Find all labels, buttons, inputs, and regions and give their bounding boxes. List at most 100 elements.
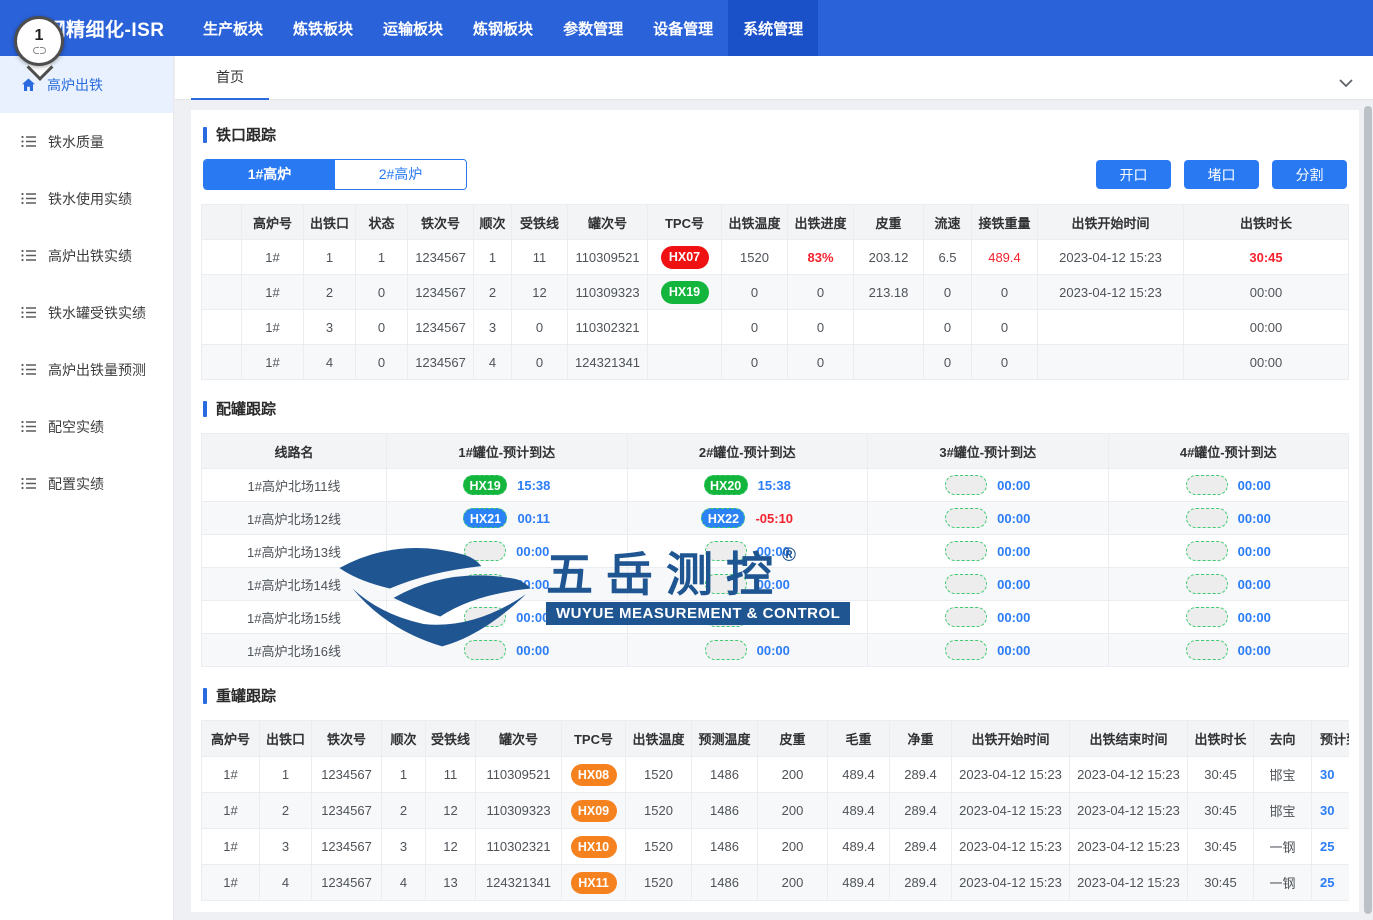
sidebar-item-label: 配置实绩	[48, 474, 104, 494]
sidebar-item-tapping-records[interactable]: 高炉出铁实绩	[0, 227, 173, 284]
sidebar-item-config-records[interactable]: 配置实绩	[0, 455, 173, 512]
cell: 1520	[626, 757, 692, 793]
chevron-down-icon[interactable]	[1339, 74, 1353, 92]
table-header-row: 线路名 1#罐位-预计到达 2#罐位-预计到达 3#罐位-预计到达 4#罐位-预…	[202, 434, 1349, 469]
cell: 1234567	[312, 793, 382, 829]
tab-home[interactable]: 首页	[191, 56, 269, 100]
cell: 3	[260, 829, 312, 865]
cell: 0	[722, 310, 788, 345]
title-bar-accent	[203, 401, 207, 417]
split-button[interactable]: 分割	[1272, 160, 1347, 189]
cell: 0	[972, 345, 1038, 380]
top-bar: 铁钢精细化-ISR 生产板块 炼铁板块 运输板块 炼钢板块 参数管理 设备管理 …	[0, 0, 1373, 56]
title-bar-accent	[203, 688, 207, 704]
nav-tab-steelmaking[interactable]: 炼钢板块	[458, 0, 548, 56]
furnace-toggle: 1#高炉 2#高炉	[203, 159, 467, 190]
cell: 110309521	[568, 240, 648, 275]
ladle-badge-empty	[1186, 475, 1228, 495]
eta-time: 00:00	[1238, 610, 1271, 625]
eta-time: 00:00	[1238, 478, 1271, 493]
cell: 2023-04-12 15:23	[952, 865, 1070, 901]
cell: 邯宝	[1254, 757, 1312, 793]
sidebar-item-label: 高炉出铁实绩	[48, 246, 132, 266]
nav-tab-equipment[interactable]: 设备管理	[638, 0, 728, 56]
taphole-actions: 开口 堵口 分割	[1096, 160, 1347, 189]
cell: 110309323	[568, 275, 648, 310]
list-icon	[21, 420, 37, 433]
col-header: 罐次号	[568, 205, 648, 240]
col-header: 接铁重量	[972, 205, 1038, 240]
ladle-badge-empty	[945, 640, 987, 660]
list-icon	[21, 249, 37, 262]
sidebar-item-label: 铁水罐受铁实绩	[48, 303, 146, 323]
tpc-badge: HX08	[571, 764, 617, 786]
cell-blank	[202, 275, 242, 310]
ladle-badge-empty	[705, 640, 747, 660]
cell: 3	[474, 310, 512, 345]
cell: 200	[758, 865, 828, 901]
col-header: 高炉号	[202, 721, 260, 757]
link-icon	[33, 47, 46, 54]
col-blank	[202, 205, 242, 240]
ladle-badge-empty	[705, 541, 747, 561]
nav-tab-production[interactable]: 生产板块	[188, 0, 278, 56]
col-header: 受铁线	[426, 721, 476, 757]
cell-blank	[202, 345, 242, 380]
open-hole-button[interactable]: 开口	[1096, 160, 1171, 189]
col-header: 罐次号	[476, 721, 562, 757]
col-header: 预计到达	[1312, 721, 1350, 757]
cell: 1234567	[312, 757, 382, 793]
eta-time: 15:38	[758, 478, 791, 493]
col-header: 高炉号	[242, 205, 304, 240]
table-row: 1# 1 1 1234567 1 11 110309521 HX07 1520 …	[202, 240, 1349, 275]
cell: 0	[924, 345, 972, 380]
vertical-scrollbar[interactable]	[1364, 104, 1372, 916]
nav-tab-ironmaking[interactable]: 炼铁板块	[278, 0, 368, 56]
cell: 11	[512, 240, 568, 275]
content-area: 首页 铁口跟踪 1#高炉 2#高炉 开口 堵口 分割 高炉号 出铁口	[175, 56, 1373, 920]
cell: 1234567	[312, 829, 382, 865]
col-header: 铁次号	[312, 721, 382, 757]
table-row: 1# 1 1234567 1 11 110309521 HX08 1520 14…	[202, 757, 1350, 793]
nav-tab-transport[interactable]: 运输板块	[368, 0, 458, 56]
cell: 6.5	[924, 240, 972, 275]
cell: 203.12	[854, 240, 924, 275]
cell-tpc: HX07	[648, 240, 722, 275]
ladle-badge-empty	[464, 640, 506, 660]
page-tab-strip: 首页	[175, 56, 1373, 100]
cell-eta: 30	[1312, 793, 1350, 829]
eta-time: 00:00	[997, 511, 1030, 526]
cell-line-name: 1#高炉北场13线	[202, 535, 387, 568]
cell-slot: 00:00	[387, 535, 628, 568]
cell: 一钢	[1254, 865, 1312, 901]
main-nav: 生产板块 炼铁板块 运输板块 炼钢板块 参数管理 设备管理 系统管理	[188, 0, 818, 56]
nav-tab-parameters[interactable]: 参数管理	[548, 0, 638, 56]
nav-tab-system[interactable]: 系统管理	[728, 0, 818, 56]
eta-time: 00:00	[997, 610, 1030, 625]
cell	[854, 310, 924, 345]
cell: 30:45	[1188, 829, 1254, 865]
cell: 1486	[692, 793, 758, 829]
scrollbar-thumb[interactable]	[1364, 106, 1372, 914]
eta-time: 00:00	[1238, 643, 1271, 658]
sidebar-item-output-forecast[interactable]: 高炉出铁量预测	[0, 341, 173, 398]
sidebar-item-empty-allocation[interactable]: 配空实绩	[0, 398, 173, 455]
cell: 1	[304, 240, 356, 275]
cell: 1234567	[408, 275, 474, 310]
cell-blank	[202, 310, 242, 345]
cell: 1234567	[312, 865, 382, 901]
cell: 1486	[692, 865, 758, 901]
ladle-badge-empty	[705, 574, 747, 594]
sidebar-item-iron-usage[interactable]: 铁水使用实绩	[0, 170, 173, 227]
furnace-tab-1[interactable]: 1#高炉	[204, 160, 335, 189]
title-bar-accent	[203, 127, 207, 143]
cell: 3	[304, 310, 356, 345]
furnace-tab-2[interactable]: 2#高炉	[335, 160, 466, 189]
cell-blank	[202, 240, 242, 275]
col-header: 预测温度	[692, 721, 758, 757]
sidebar-item-ladle-receiving[interactable]: 铁水罐受铁实绩	[0, 284, 173, 341]
plug-hole-button[interactable]: 堵口	[1184, 160, 1259, 189]
cell-slot: HX1915:38	[387, 469, 628, 502]
sidebar-item-iron-quality[interactable]: 铁水质量	[0, 113, 173, 170]
col-header: 顺次	[474, 205, 512, 240]
